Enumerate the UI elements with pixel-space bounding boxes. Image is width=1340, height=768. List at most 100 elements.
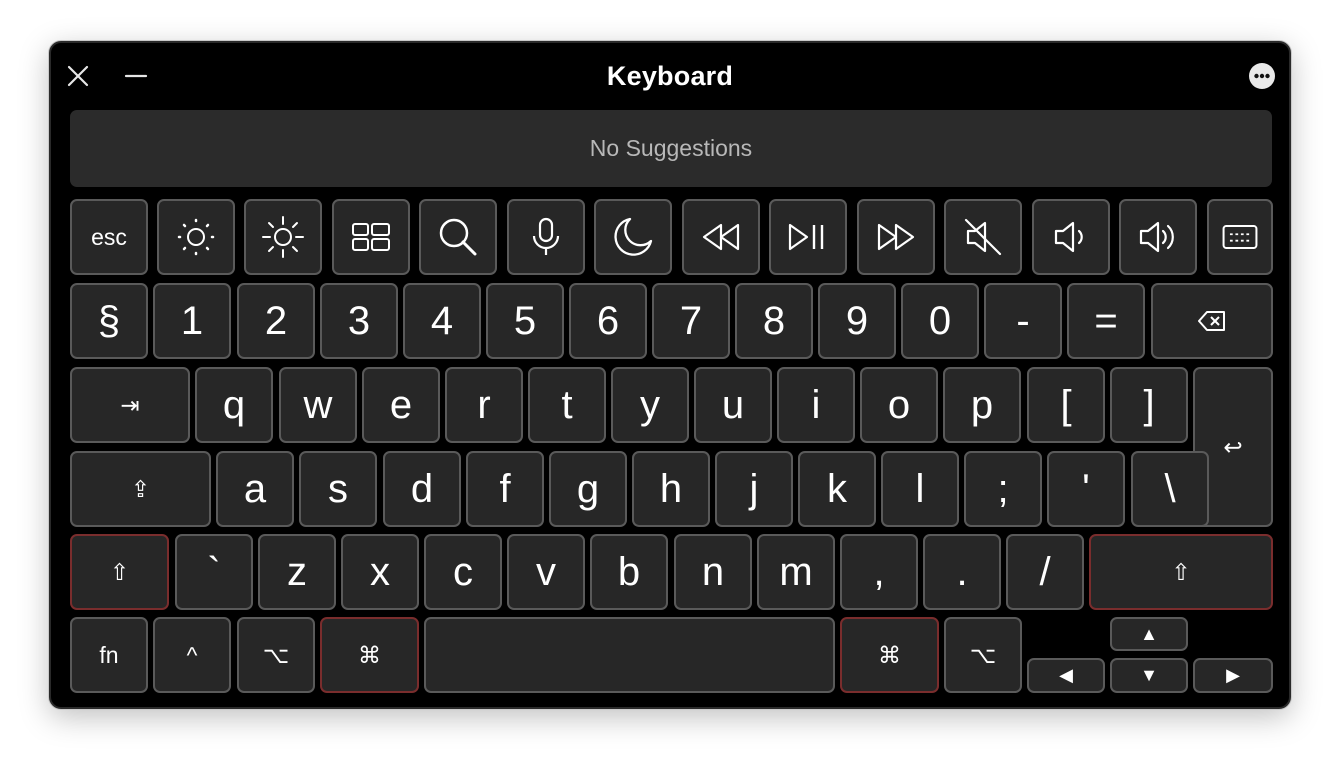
key-delete[interactable] (1151, 283, 1273, 359)
key-i[interactable]: i (777, 367, 855, 443)
key-label: p (970, 382, 994, 427)
key-1[interactable]: 1 (153, 283, 231, 359)
key-3[interactable]: 3 (320, 283, 398, 359)
key-f5[interactable] (507, 199, 585, 275)
key-y[interactable]: y (611, 367, 689, 443)
key-label: z (287, 549, 307, 594)
key-space[interactable] (424, 617, 835, 693)
key-k[interactable]: k (798, 451, 876, 527)
key-6[interactable]: 6 (569, 283, 647, 359)
key-f3[interactable] (332, 199, 410, 275)
key-minus[interactable]: - (984, 283, 1062, 359)
key-u[interactable]: u (694, 367, 772, 443)
key-2[interactable]: 2 (237, 283, 315, 359)
key-4[interactable]: 4 (403, 283, 481, 359)
key-left-command[interactable]: ⌘ (320, 617, 419, 693)
key-semicolon[interactable]: ; (964, 451, 1042, 527)
key-f10[interactable] (944, 199, 1022, 275)
key-fn[interactable]: fn (70, 617, 148, 693)
key-arrow-left[interactable]: ◀ (1027, 658, 1105, 693)
key-right-command[interactable]: ⌘ (840, 617, 939, 693)
key-e[interactable]: e (362, 367, 440, 443)
key-arrow-right[interactable]: ▶ (1193, 658, 1273, 693)
key-label: q (222, 382, 246, 427)
mute-icon (964, 218, 1002, 256)
key-f6[interactable] (594, 199, 672, 275)
key-label: c (453, 549, 473, 594)
key-f9[interactable] (857, 199, 935, 275)
more-options-button[interactable] (1249, 63, 1275, 89)
key-label: t (561, 382, 573, 427)
key-d[interactable]: d (383, 451, 461, 527)
key-f1[interactable] (157, 199, 235, 275)
key-label: / (1039, 549, 1051, 594)
key-label: d (410, 466, 434, 511)
key-label: 2 (264, 298, 288, 343)
key-0[interactable]: 0 (901, 283, 979, 359)
key-z[interactable]: z (258, 534, 336, 610)
key-caps-lock[interactable]: ⇪ (70, 451, 211, 527)
key-backslash[interactable]: \ (1131, 451, 1209, 527)
key-period[interactable]: . (923, 534, 1001, 610)
key-quote[interactable]: ' (1047, 451, 1125, 527)
key-7[interactable]: 7 (652, 283, 730, 359)
key-label: l (915, 466, 925, 511)
key-b[interactable]: b (590, 534, 668, 610)
key-label: h (659, 466, 683, 511)
key-p[interactable]: p (943, 367, 1021, 443)
key-f[interactable]: f (466, 451, 544, 527)
key-label: 3 (347, 298, 371, 343)
key-slash[interactable]: / (1006, 534, 1084, 610)
key-arrow-up[interactable]: ▲ (1110, 617, 1188, 651)
key-left-shift[interactable]: ⇧ (70, 534, 169, 610)
key-c[interactable]: c (424, 534, 502, 610)
key-backtick[interactable]: ` (175, 534, 253, 610)
key-right-shift[interactable]: ⇧ (1089, 534, 1273, 610)
key-t[interactable]: t (528, 367, 606, 443)
key-q[interactable]: q (195, 367, 273, 443)
dictation-icon (532, 217, 560, 255)
key-f8[interactable] (769, 199, 847, 275)
brightness-down-icon (177, 218, 215, 256)
key-label: 1 (180, 298, 204, 343)
key-5[interactable]: 5 (486, 283, 564, 359)
key-control[interactable]: ^ (153, 617, 231, 693)
key-f12[interactable] (1119, 199, 1197, 275)
key-label: 0 (928, 298, 952, 343)
key-v[interactable]: v (507, 534, 585, 610)
key-n[interactable]: n (674, 534, 752, 610)
command-icon: ⌘ (878, 641, 901, 668)
key-label: 6 (596, 298, 620, 343)
key-left-option[interactable]: ⌥ (237, 617, 315, 693)
key-f7[interactable] (682, 199, 760, 275)
arrow-left-icon: ◀ (1059, 665, 1073, 685)
key-tab[interactable]: ⇥ (70, 367, 190, 443)
key-equals[interactable]: = (1067, 283, 1145, 359)
key-9[interactable]: 9 (818, 283, 896, 359)
key-x[interactable]: x (341, 534, 419, 610)
play-pause-icon (788, 223, 824, 251)
key-f11[interactable] (1032, 199, 1110, 275)
key-s[interactable]: s (299, 451, 377, 527)
key-m[interactable]: m (757, 534, 835, 610)
key-h[interactable]: h (632, 451, 710, 527)
key-l[interactable]: l (881, 451, 959, 527)
command-icon: ⌘ (358, 641, 381, 668)
key-lock[interactable] (1207, 199, 1273, 275)
key-right-bracket[interactable]: ] (1110, 367, 1188, 443)
key-g[interactable]: g (549, 451, 627, 527)
key-r[interactable]: r (445, 367, 523, 443)
key-arrow-down[interactable]: ▼ (1110, 658, 1188, 693)
key-8[interactable]: 8 (735, 283, 813, 359)
key-w[interactable]: w (279, 367, 357, 443)
key-j[interactable]: j (715, 451, 793, 527)
key-f4[interactable] (419, 199, 497, 275)
key-esc[interactable]: esc (70, 199, 148, 275)
key-left-bracket[interactable]: [ (1027, 367, 1105, 443)
key-comma[interactable]: , (840, 534, 918, 610)
key-f2[interactable] (244, 199, 322, 275)
key-o[interactable]: o (860, 367, 938, 443)
key-a[interactable]: a (216, 451, 294, 527)
key-right-option[interactable]: ⌥ (944, 617, 1022, 693)
key-section[interactable]: § (70, 283, 148, 359)
